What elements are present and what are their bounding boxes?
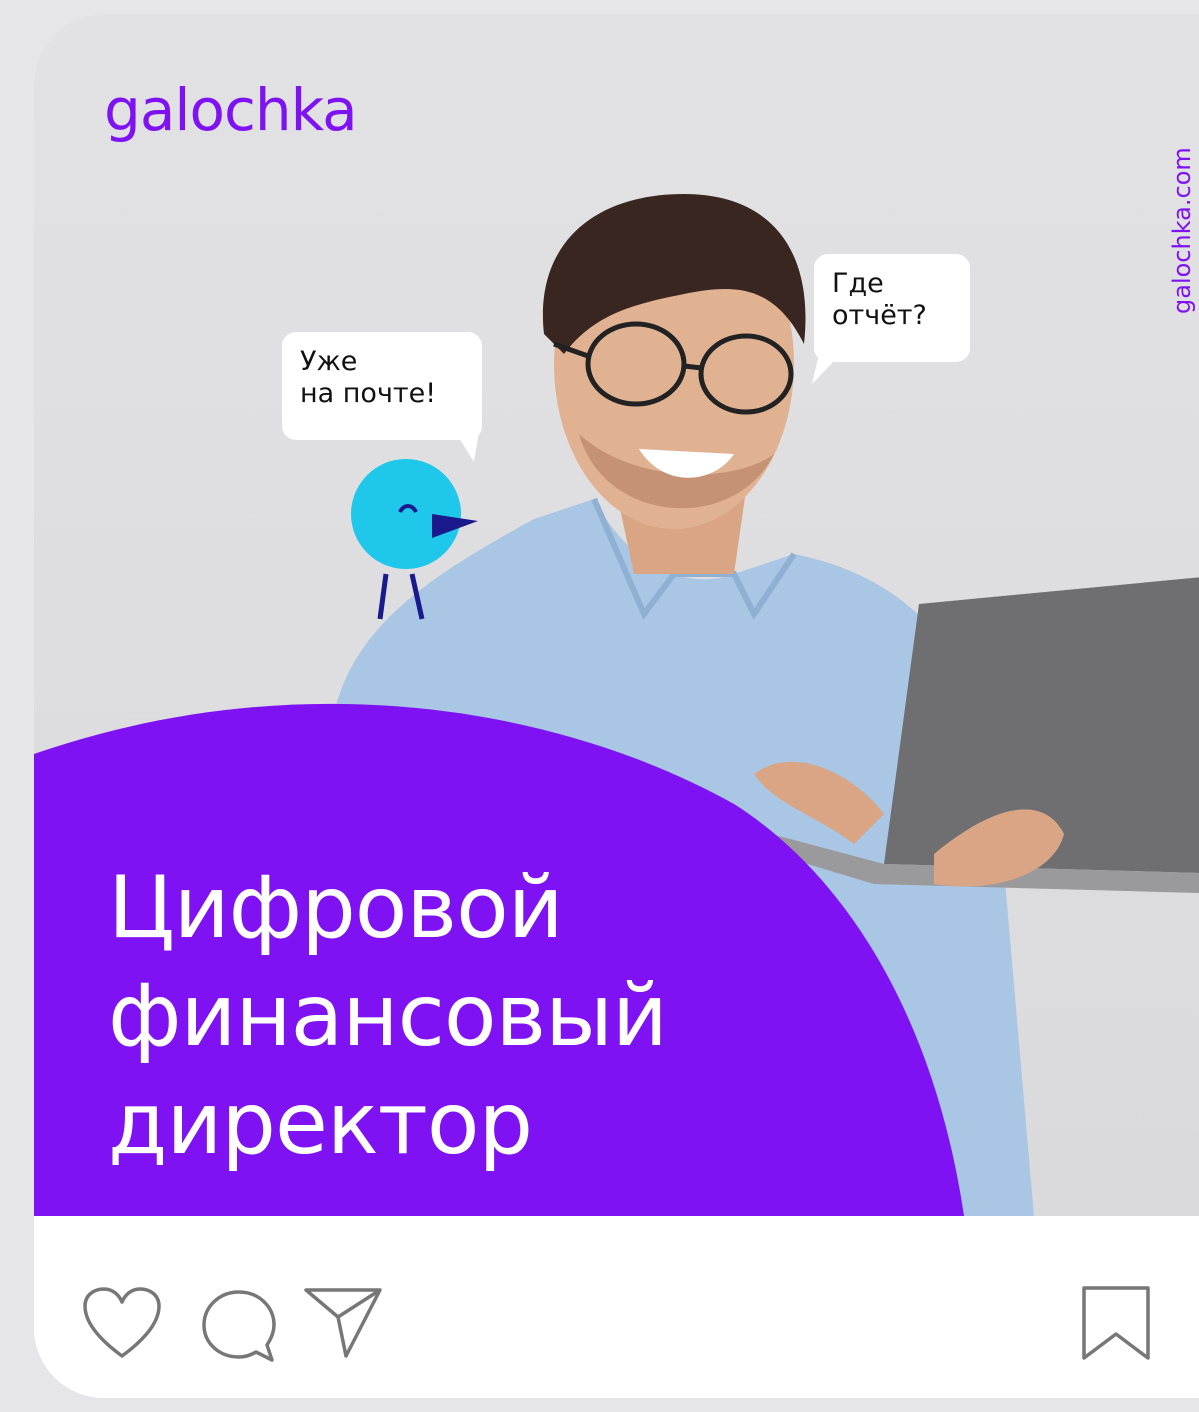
speech-bubble-person: Где отчёт?: [814, 254, 970, 362]
bookmark-icon[interactable]: [1080, 1284, 1152, 1362]
bubble-line: Уже: [300, 346, 358, 377]
side-url-text: galochka.com: [1168, 147, 1196, 314]
headline: Цифровой финансовый директор: [108, 854, 668, 1178]
headline-line: директор: [108, 1074, 533, 1174]
post-image: galochka galochka.com Уже на почте! Где …: [34, 14, 1199, 1216]
share-icon[interactable]: [302, 1286, 384, 1360]
bubble-line: на почте!: [300, 378, 437, 409]
side-url: galochka.com: [1162, 84, 1199, 324]
headline-line: Цифровой: [108, 858, 564, 958]
speech-bubble-bird: Уже на почте!: [282, 332, 482, 440]
bubble-line: Где: [832, 268, 884, 299]
comment-icon[interactable]: [200, 1288, 278, 1364]
heart-icon[interactable]: [82, 1286, 162, 1362]
headline-line: финансовый: [108, 966, 668, 1066]
post-card: galochka galochka.com Уже на почте! Где …: [34, 14, 1199, 1398]
bubble-line: отчёт?: [832, 300, 927, 331]
brand-logo: galochka: [104, 76, 358, 144]
post-actions-bar: [34, 1216, 1199, 1398]
